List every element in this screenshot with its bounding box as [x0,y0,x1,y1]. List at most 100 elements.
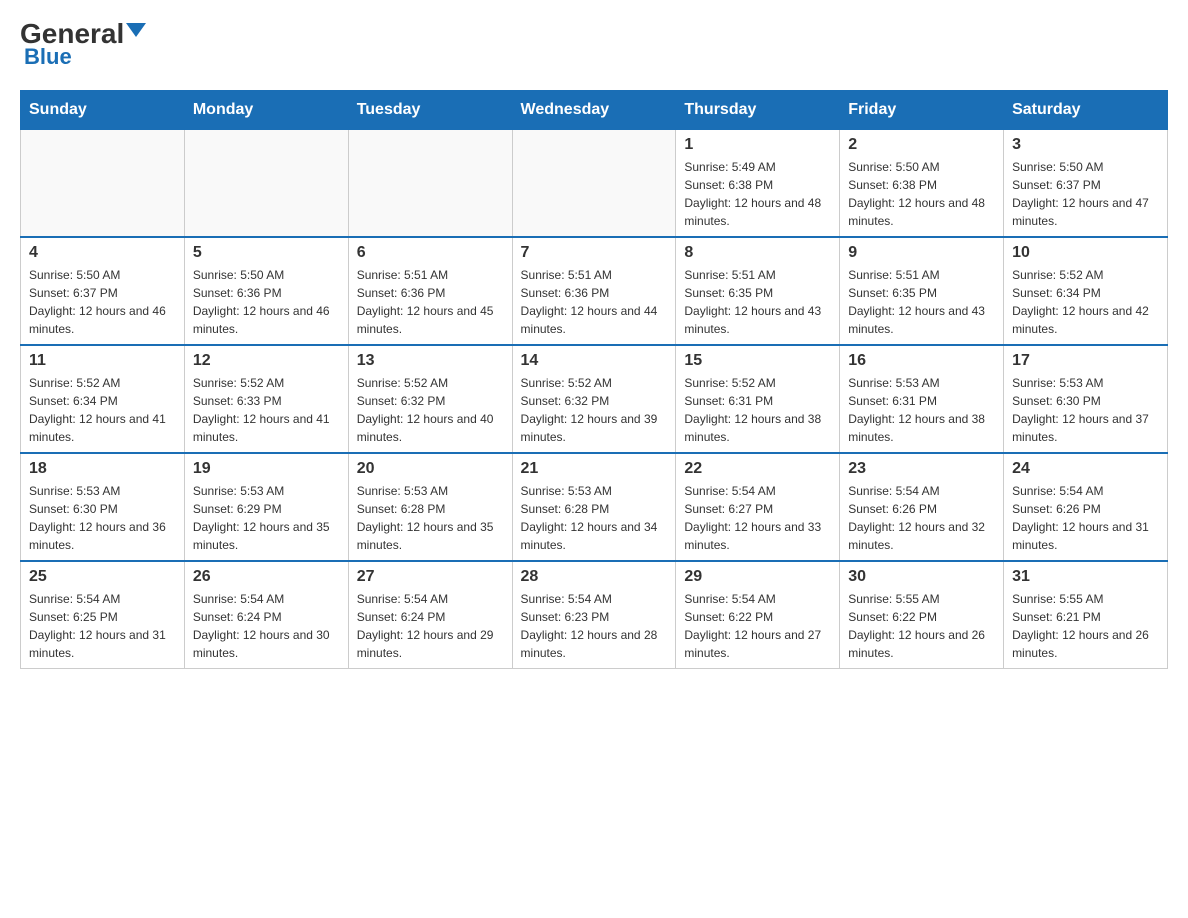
day-number: 1 [684,136,831,154]
day-number: 12 [193,352,340,370]
day-info: Sunrise: 5:52 AMSunset: 6:32 PMDaylight:… [521,374,668,446]
day-info: Sunrise: 5:54 AMSunset: 6:26 PMDaylight:… [1012,482,1159,554]
calendar-cell [184,130,348,238]
day-header-monday: Monday [184,91,348,130]
day-info: Sunrise: 5:55 AMSunset: 6:21 PMDaylight:… [1012,590,1159,662]
day-info: Sunrise: 5:53 AMSunset: 6:31 PMDaylight:… [848,374,995,446]
day-number: 11 [29,352,176,370]
day-info: Sunrise: 5:53 AMSunset: 6:30 PMDaylight:… [1012,374,1159,446]
day-number: 21 [521,460,668,478]
day-number: 13 [357,352,504,370]
day-number: 17 [1012,352,1159,370]
day-number: 19 [193,460,340,478]
day-number: 26 [193,568,340,586]
day-info: Sunrise: 5:50 AMSunset: 6:37 PMDaylight:… [29,266,176,338]
day-number: 27 [357,568,504,586]
day-info: Sunrise: 5:54 AMSunset: 6:26 PMDaylight:… [848,482,995,554]
day-info: Sunrise: 5:50 AMSunset: 6:36 PMDaylight:… [193,266,340,338]
day-number: 29 [684,568,831,586]
calendar-cell: 24 Sunrise: 5:54 AMSunset: 6:26 PMDayligh… [1004,453,1168,561]
calendar-cell [21,130,185,238]
calendar-cell: 4 Sunrise: 5:50 AMSunset: 6:37 PMDaylight… [21,237,185,345]
calendar-week-3: 11Sunrise: 5:52 AMSunset: 6:34 PMDayligh… [21,345,1168,453]
day-number: 28 [521,568,668,586]
day-number: 6 [357,244,504,262]
calendar-header-row: SundayMondayTuesdayWednesdayThursdayFrid… [21,91,1168,130]
day-number: 16 [848,352,995,370]
day-number: 4 [29,244,176,262]
day-number: 10 [1012,244,1159,262]
day-info: Sunrise: 5:50 AMSunset: 6:38 PMDaylight:… [848,158,995,230]
day-number: 31 [1012,568,1159,586]
calendar-cell: 13 Sunrise: 5:52 AMSunset: 6:32 PMDayligh… [348,345,512,453]
day-header-thursday: Thursday [676,91,840,130]
day-number: 8 [684,244,831,262]
day-number: 30 [848,568,995,586]
calendar-cell: 14Sunrise: 5:52 AMSunset: 6:32 PMDayligh… [512,345,676,453]
day-info: Sunrise: 5:54 AMSunset: 6:27 PMDaylight:… [684,482,831,554]
day-header-sunday: Sunday [21,91,185,130]
calendar-cell: 26 Sunrise: 5:54 AMSunset: 6:24 PMDayligh… [184,561,348,669]
day-info: Sunrise: 5:52 AMSunset: 6:33 PMDaylight:… [193,374,340,446]
day-info: Sunrise: 5:55 AMSunset: 6:22 PMDaylight:… [848,590,995,662]
calendar-cell: 11Sunrise: 5:52 AMSunset: 6:34 PMDayligh… [21,345,185,453]
day-number: 23 [848,460,995,478]
day-number: 15 [684,352,831,370]
day-info: Sunrise: 5:49 AMSunset: 6:38 PMDaylight:… [684,158,831,230]
calendar-cell: 2 Sunrise: 5:50 AMSunset: 6:38 PMDaylight… [840,130,1004,238]
day-number: 7 [521,244,668,262]
day-info: Sunrise: 5:51 AMSunset: 6:35 PMDaylight:… [848,266,995,338]
page-header: General Blue [20,20,1168,70]
day-info: Sunrise: 5:51 AMSunset: 6:36 PMDaylight:… [357,266,504,338]
day-number: 25 [29,568,176,586]
day-info: Sunrise: 5:52 AMSunset: 6:31 PMDaylight:… [684,374,831,446]
day-info: Sunrise: 5:53 AMSunset: 6:28 PMDaylight:… [521,482,668,554]
day-info: Sunrise: 5:53 AMSunset: 6:29 PMDaylight:… [193,482,340,554]
calendar-cell [348,130,512,238]
day-number: 3 [1012,136,1159,154]
day-number: 2 [848,136,995,154]
calendar-cell: 17 Sunrise: 5:53 AMSunset: 6:30 PMDayligh… [1004,345,1168,453]
calendar-cell: 23 Sunrise: 5:54 AMSunset: 6:26 PMDayligh… [840,453,1004,561]
calendar-cell: 20Sunrise: 5:53 AMSunset: 6:28 PMDayligh… [348,453,512,561]
day-header-tuesday: Tuesday [348,91,512,130]
day-info: Sunrise: 5:50 AMSunset: 6:37 PMDaylight:… [1012,158,1159,230]
logo-blue: Blue [24,44,72,70]
day-number: 22 [684,460,831,478]
calendar-cell: 31 Sunrise: 5:55 AMSunset: 6:21 PMDayligh… [1004,561,1168,669]
logo: General Blue [20,20,146,70]
calendar-cell [512,130,676,238]
calendar-cell: 12 Sunrise: 5:52 AMSunset: 6:33 PMDayligh… [184,345,348,453]
calendar-cell: 18 Sunrise: 5:53 AMSunset: 6:30 PMDayligh… [21,453,185,561]
calendar-week-4: 18 Sunrise: 5:53 AMSunset: 6:30 PMDayligh… [21,453,1168,561]
day-number: 9 [848,244,995,262]
calendar-cell: 5 Sunrise: 5:50 AMSunset: 6:36 PMDaylight… [184,237,348,345]
calendar-table: SundayMondayTuesdayWednesdayThursdayFrid… [20,90,1168,669]
day-info: Sunrise: 5:54 AMSunset: 6:24 PMDaylight:… [357,590,504,662]
day-number: 18 [29,460,176,478]
day-info: Sunrise: 5:54 AMSunset: 6:23 PMDaylight:… [521,590,668,662]
calendar-week-1: 1 Sunrise: 5:49 AMSunset: 6:38 PMDaylight… [21,130,1168,238]
calendar-cell: 1 Sunrise: 5:49 AMSunset: 6:38 PMDaylight… [676,130,840,238]
calendar-cell: 7Sunrise: 5:51 AMSunset: 6:36 PMDaylight… [512,237,676,345]
calendar-cell: 15 Sunrise: 5:52 AMSunset: 6:31 PMDayligh… [676,345,840,453]
logo-triangle-icon [126,23,146,37]
day-number: 24 [1012,460,1159,478]
calendar-cell: 29Sunrise: 5:54 AMSunset: 6:22 PMDayligh… [676,561,840,669]
calendar-cell: 19 Sunrise: 5:53 AMSunset: 6:29 PMDayligh… [184,453,348,561]
calendar-cell: 9 Sunrise: 5:51 AMSunset: 6:35 PMDaylight… [840,237,1004,345]
day-number: 20 [357,460,504,478]
calendar-cell: 25 Sunrise: 5:54 AMSunset: 6:25 PMDayligh… [21,561,185,669]
calendar-cell: 10 Sunrise: 5:52 AMSunset: 6:34 PMDayligh… [1004,237,1168,345]
day-info: Sunrise: 5:52 AMSunset: 6:34 PMDaylight:… [1012,266,1159,338]
day-info: Sunrise: 5:54 AMSunset: 6:25 PMDaylight:… [29,590,176,662]
calendar-cell: 21 Sunrise: 5:53 AMSunset: 6:28 PMDayligh… [512,453,676,561]
day-info: Sunrise: 5:54 AMSunset: 6:24 PMDaylight:… [193,590,340,662]
calendar-cell: 27 Sunrise: 5:54 AMSunset: 6:24 PMDayligh… [348,561,512,669]
calendar-week-2: 4 Sunrise: 5:50 AMSunset: 6:37 PMDaylight… [21,237,1168,345]
day-number: 5 [193,244,340,262]
day-info: Sunrise: 5:53 AMSunset: 6:30 PMDaylight:… [29,482,176,554]
day-info: Sunrise: 5:51 AMSunset: 6:35 PMDaylight:… [684,266,831,338]
day-info: Sunrise: 5:52 AMSunset: 6:32 PMDaylight:… [357,374,504,446]
calendar-cell: 3 Sunrise: 5:50 AMSunset: 6:37 PMDaylight… [1004,130,1168,238]
